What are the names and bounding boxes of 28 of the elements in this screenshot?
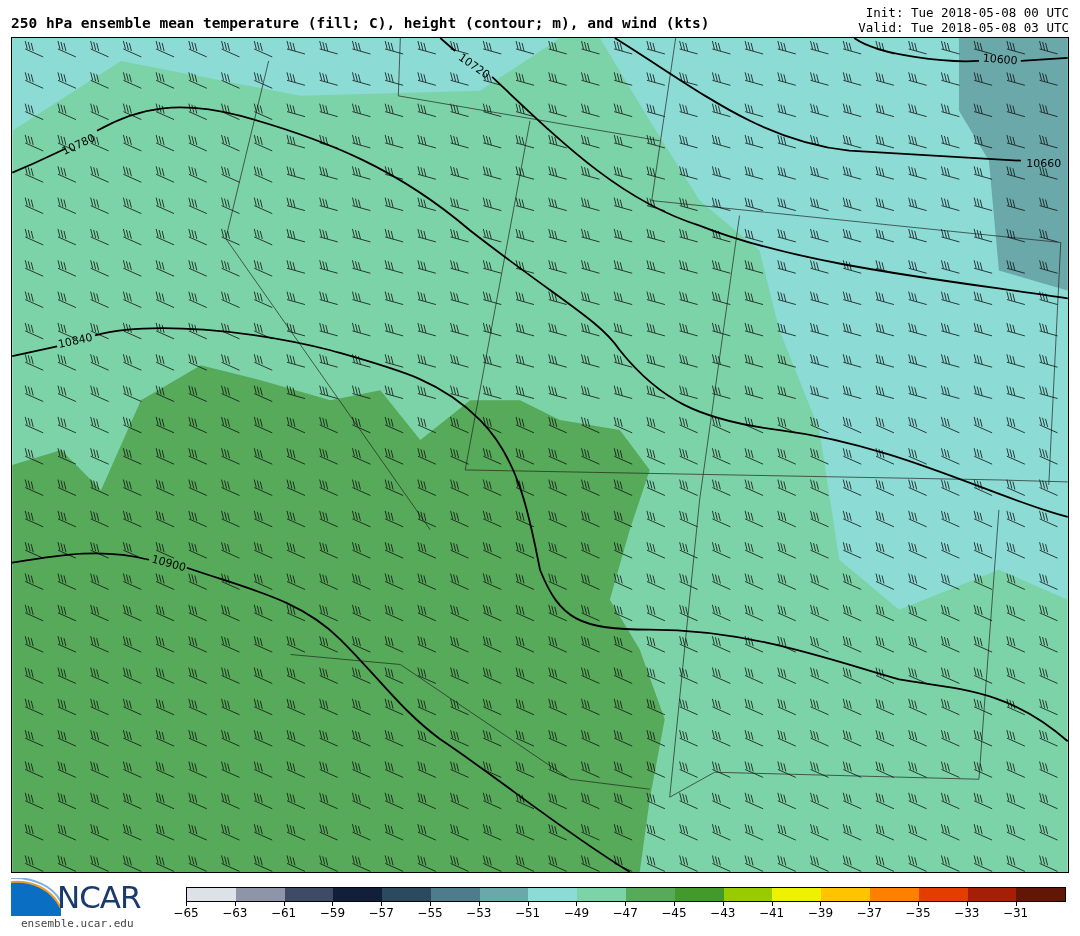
- tick-label: −47: [612, 906, 638, 920]
- tick-label: −33: [954, 906, 980, 920]
- valid-time: Valid: Tue 2018-05-08 03 UTC: [858, 20, 1069, 35]
- tick-label: −45: [661, 906, 687, 920]
- contour-label: 10660: [1026, 156, 1062, 170]
- contour-label: 10600: [982, 51, 1019, 68]
- tick-label: −61: [270, 906, 297, 920]
- tick-label: −49: [563, 906, 590, 920]
- tick-label: −51: [514, 906, 541, 920]
- contour-label: 10840: [56, 330, 94, 351]
- tick-label: −31: [1002, 906, 1029, 920]
- tick-label: −43: [710, 906, 736, 920]
- tick-label: −65: [173, 906, 199, 920]
- tick-label: −37: [856, 906, 882, 920]
- swoosh-logo-icon: [11, 878, 61, 916]
- tick-label: −63: [222, 906, 248, 920]
- tick-label: −39: [807, 906, 833, 920]
- contour-label: 10900: [150, 552, 188, 575]
- tick-label: −53: [466, 906, 492, 920]
- init-time: Init: Tue 2018-05-08 00 UTC: [865, 5, 1069, 20]
- logo-text: NCAR: [57, 879, 141, 915]
- tick-label: −57: [368, 906, 394, 920]
- chart-title: 250 hPa ensemble mean temperature (fill; C), height (contour; m), and wind (kts): [11, 15, 710, 33]
- tick-label: −59: [319, 906, 346, 920]
- tick-label: −35: [905, 906, 931, 920]
- website-url: ensemble.ucar.edu: [21, 917, 135, 930]
- tick-label: −55: [417, 906, 443, 920]
- tick-label: −41: [758, 906, 785, 920]
